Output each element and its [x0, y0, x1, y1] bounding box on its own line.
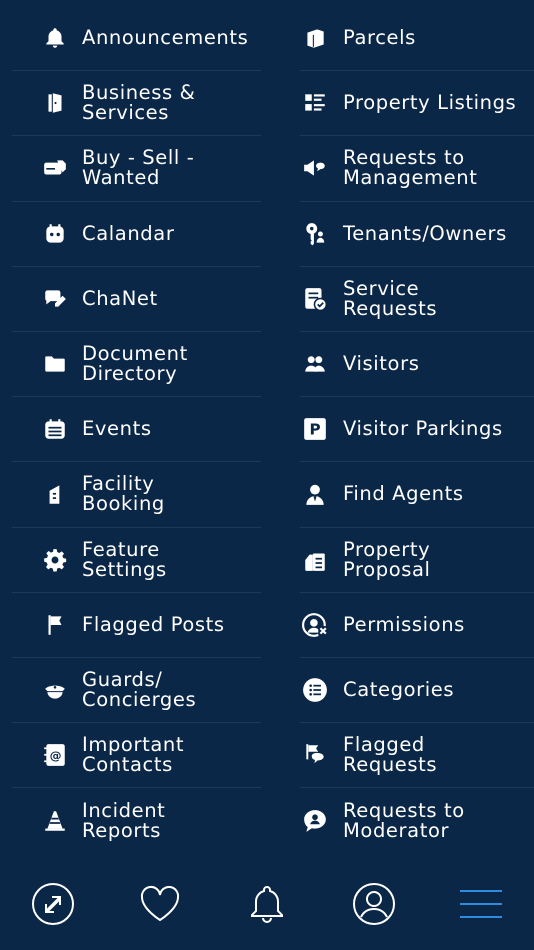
menu-label: Find Agents — [343, 482, 464, 506]
menu-label: Document Directory — [82, 342, 188, 386]
menu-label: Categories — [343, 677, 455, 701]
proposal-icon — [300, 545, 330, 575]
menu-label: Requests to Management — [343, 146, 478, 190]
profile-icon — [351, 881, 397, 931]
menu-label: Buy - Sell - Wanted — [82, 146, 195, 190]
tab-notifications[interactable] — [237, 876, 297, 936]
megaphone-chat-icon — [300, 153, 330, 183]
menu-item-incident-reports[interactable]: Incident Reports — [12, 788, 261, 853]
menu-label: Property Proposal — [343, 537, 431, 581]
calendar-face-icon — [40, 219, 70, 249]
chat-edit-icon — [40, 284, 70, 314]
moderator-chat-icon — [300, 806, 330, 836]
menu-label: Incident Reports — [82, 798, 166, 842]
menu-item-requests-to-moderator[interactable]: Requests to Moderator — [300, 788, 534, 853]
menu-item-flagged-posts[interactable]: Flagged Posts — [12, 593, 261, 658]
flag-chat-icon — [300, 740, 330, 770]
parking-icon: P — [300, 414, 330, 444]
heart-icon — [137, 881, 183, 931]
tab-menu[interactable] — [451, 876, 511, 936]
menu-item-flagged-requests[interactable]: Flagged Requests — [300, 723, 534, 789]
tab-profile[interactable] — [344, 876, 404, 936]
menu-label: Announcements — [82, 26, 249, 50]
contact-book-icon: @ — [40, 740, 70, 770]
menu-item-property-listings[interactable]: Property Listings — [300, 71, 534, 137]
bell-icon — [40, 23, 70, 53]
flag-icon — [40, 610, 70, 640]
menu-item-document-directory[interactable]: Document Directory — [12, 332, 261, 398]
agent-icon — [300, 479, 330, 509]
menu-label: Business & Services — [82, 81, 196, 125]
menu-label: Service Requests — [343, 276, 438, 320]
menu-label: Guards/ Concierges — [82, 667, 197, 711]
folder-icon — [40, 349, 70, 379]
menu-label: ChaNet — [82, 286, 158, 310]
menu-label: Parcels — [343, 26, 416, 50]
door-icon — [40, 88, 70, 118]
menu-label: Flagged Requests — [343, 733, 438, 777]
menu-right-column: Parcels Property Listings Requests to Ma… — [261, 6, 534, 853]
checklist-icon — [300, 284, 330, 314]
menu-label: Facility Booking — [82, 472, 165, 516]
menu-label: Events — [82, 417, 152, 441]
menu-item-facility-booking[interactable]: Facility Booking — [12, 462, 261, 528]
menu-label: Feature Settings — [82, 537, 167, 581]
menu-label: Visitor Parkings — [343, 417, 503, 441]
menu-item-events[interactable]: Events — [12, 397, 261, 463]
menu-label: Tenants/Owners — [343, 221, 507, 245]
menu-item-chanet[interactable]: ChaNet — [12, 267, 261, 332]
menu-item-guards-concierges[interactable]: Guards/ Concierges — [12, 658, 261, 724]
menu-label: Calandar — [82, 221, 175, 245]
menu-item-business-services[interactable]: Business & Services — [12, 71, 261, 137]
traffic-cone-icon — [40, 806, 70, 836]
menu-item-permissions[interactable]: Permissions — [300, 593, 534, 658]
bell-icon — [244, 881, 290, 931]
menu-icon — [458, 881, 504, 931]
building-icon — [40, 479, 70, 509]
people-icon — [300, 349, 330, 379]
tag-card-icon — [40, 153, 70, 183]
tab-transfer[interactable] — [23, 876, 83, 936]
tab-favorites[interactable] — [130, 876, 190, 936]
list-icon — [300, 88, 330, 118]
menu-item-calandar[interactable]: Calandar — [12, 202, 261, 267]
menu-item-parcels[interactable]: Parcels — [300, 6, 534, 72]
parcel-icon — [300, 23, 330, 53]
key-person-icon — [300, 219, 330, 249]
svg-text:@: @ — [50, 748, 62, 762]
menu-item-requests-to-management[interactable]: Requests to Management — [300, 136, 534, 202]
menu-item-visitors[interactable]: Visitors — [300, 332, 534, 398]
menu-item-feature-settings[interactable]: Feature Settings — [12, 528, 261, 593]
menu-item-important-contacts[interactable]: @ Important Contacts — [12, 723, 261, 789]
user-x-icon — [300, 610, 330, 640]
transfer-icon — [30, 881, 76, 931]
menu-item-announcements[interactable]: Announcements — [12, 6, 261, 72]
gear-icon — [40, 545, 70, 575]
bottom-tab-bar — [0, 862, 534, 950]
categories-icon — [300, 675, 330, 705]
menu-label: Visitors — [343, 352, 420, 376]
calendar-icon — [40, 414, 70, 444]
menu-item-service-requests[interactable]: Service Requests — [300, 267, 534, 332]
menu-grid: Announcements Business & Services Buy - … — [0, 6, 534, 853]
menu-item-tenants-owners[interactable]: Tenants/Owners — [300, 202, 534, 267]
menu-label: Property Listings — [343, 91, 517, 115]
menu-label: Flagged Posts — [82, 612, 225, 636]
menu-left-column: Announcements Business & Services Buy - … — [0, 6, 261, 853]
guard-cap-icon — [40, 675, 70, 705]
menu-item-buy-sell-wanted[interactable]: Buy - Sell - Wanted — [12, 136, 261, 202]
menu-item-visitor-parkings[interactable]: P Visitor Parkings — [300, 397, 534, 463]
menu-item-property-proposal[interactable]: Property Proposal — [300, 528, 534, 593]
svg-text:P: P — [309, 421, 320, 439]
menu-item-categories[interactable]: Categories — [300, 658, 534, 724]
menu-label: Requests to Moderator — [343, 798, 465, 842]
menu-label: Important Contacts — [82, 733, 185, 777]
menu-item-find-agents[interactable]: Find Agents — [300, 462, 534, 528]
menu-label: Permissions — [343, 612, 465, 636]
